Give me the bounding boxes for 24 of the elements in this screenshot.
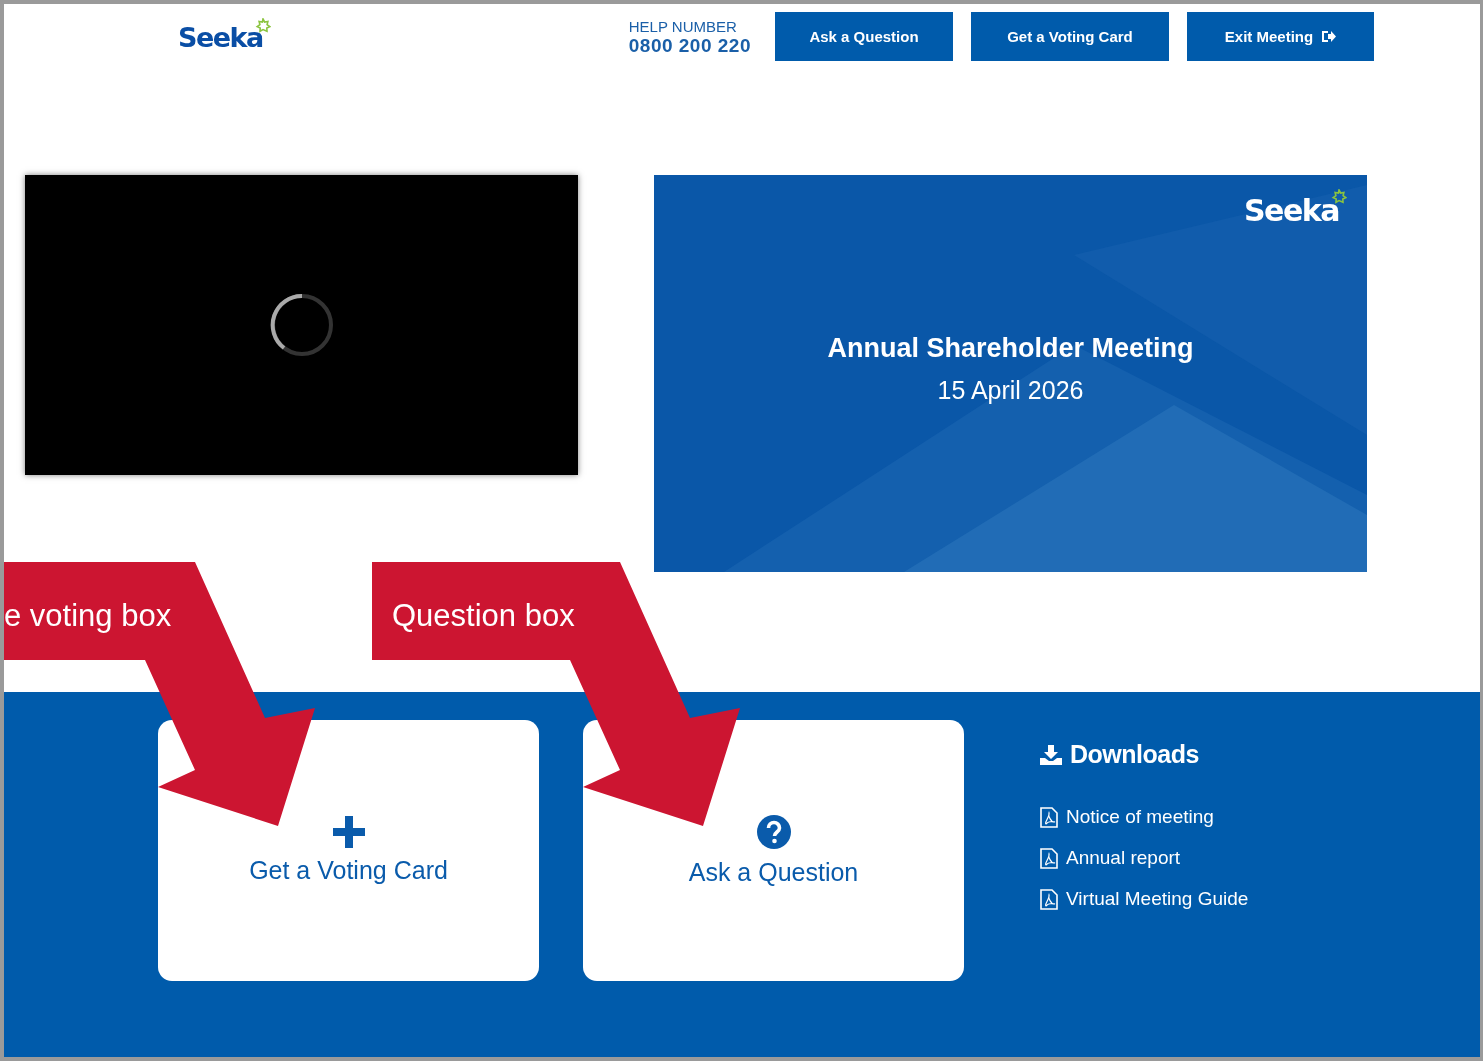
callout-label: e voting box [4, 598, 172, 634]
callout-label: Question box [392, 598, 575, 634]
pdf-icon [1040, 806, 1058, 828]
download-icon [1040, 744, 1062, 765]
download-link[interactable]: Annual report [1040, 847, 1249, 869]
slide-date: 15 April 2026 [937, 376, 1084, 405]
question-icon [755, 814, 792, 850]
download-link[interactable]: Notice of meeting [1040, 806, 1249, 828]
pdf-icon [1040, 847, 1058, 869]
logo: Seeka [178, 22, 263, 53]
help-number: 0800 200 220 [628, 35, 751, 57]
downloads-title: Downloads [1070, 740, 1199, 769]
video-player[interactable] [25, 175, 578, 475]
exit-button[interactable]: Exit Meeting [1187, 12, 1374, 61]
help-label: HELP NUMBER [628, 18, 738, 35]
exit-icon [1321, 30, 1337, 43]
loading-spinner-icon [269, 293, 334, 357]
header-button[interactable]: Get a Voting Card [971, 12, 1169, 61]
plus-icon [332, 816, 365, 848]
download-link[interactable]: Virtual Meeting Guide [1040, 888, 1249, 910]
slide-title: Annual Shareholder Meeting [827, 333, 1194, 364]
slide-logo: Seeka [1244, 193, 1339, 228]
header-button[interactable]: Ask a Question [775, 12, 953, 61]
pdf-icon [1040, 888, 1058, 910]
